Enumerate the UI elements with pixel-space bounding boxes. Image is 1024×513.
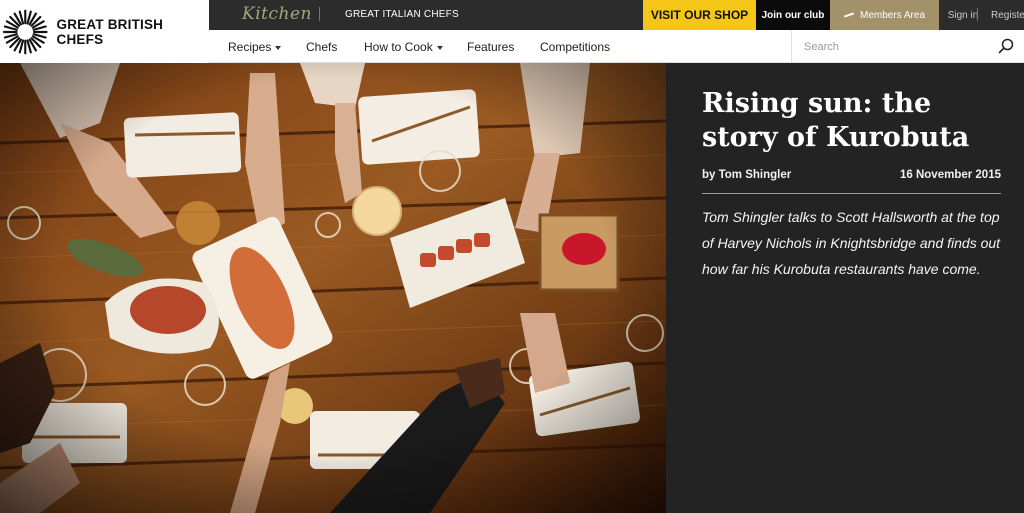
members-area-label: Members Area (859, 9, 926, 21)
nav-item-chefs[interactable]: Chefs (306, 40, 337, 54)
top-bar-divider (977, 8, 978, 21)
hero-image[interactable] (0, 63, 666, 513)
nav-item-label: Recipes (228, 40, 272, 54)
search-icon[interactable] (998, 38, 1014, 54)
kitchen-link[interactable]: Kitchen (242, 4, 312, 24)
nav-item-label: Features (467, 40, 515, 54)
top-bar: Kitchen GREAT ITALIAN CHEFS VISIT OUR SH… (209, 0, 1024, 30)
visit-shop-button[interactable]: VISIT OUR SHOP (643, 0, 756, 30)
chevron-down-icon (436, 45, 443, 50)
article-standfirst: Tom Shingler talks to Scott Hallsworth a… (702, 209, 1001, 277)
divider (702, 193, 1001, 194)
restaurant-table-photo-icon (0, 63, 666, 513)
article-date: 16 November 2015 (899, 169, 1001, 181)
article-panel: Rising sun: the story of Kurobuta by Tom… (666, 63, 1024, 513)
join-club-button[interactable]: Join our club (756, 0, 830, 30)
nav-item-label: Competitions (540, 40, 611, 54)
nav-item-recipes[interactable]: Recipes (228, 40, 282, 54)
nav-item-label: Chefs (306, 40, 338, 54)
register-link[interactable]: Register (991, 0, 1024, 30)
chevron-down-icon (275, 45, 282, 50)
nav-item-features[interactable]: Features (467, 40, 514, 54)
sunburst-logo-icon (2, 9, 48, 54)
main-nav: Recipes Chefs How to Cook Features Compe… (209, 30, 1024, 63)
article-author[interactable]: by Tom Shingler (702, 169, 791, 181)
members-area-button[interactable]: Members Area (830, 0, 939, 30)
site-logo[interactable]: GREAT BRITISH CHEFS (0, 0, 209, 63)
article-title[interactable]: Rising sun: the story of Kurobuta (702, 87, 1002, 155)
members-icon (843, 12, 855, 18)
search-box (791, 30, 1024, 63)
top-bar-divider (319, 7, 320, 21)
sign-in-link[interactable]: Sign in (939, 0, 987, 30)
nav-item-label: How to Cook (364, 40, 433, 54)
nav-item-how-to-cook[interactable]: How to Cook (364, 40, 443, 54)
logo-text: GREAT BRITISH CHEFS (56, 16, 164, 47)
great-italian-chefs-link[interactable]: GREAT ITALIAN CHEFS (345, 9, 459, 20)
search-input[interactable] (804, 38, 984, 56)
nav-item-competitions[interactable]: Competitions (540, 40, 610, 54)
